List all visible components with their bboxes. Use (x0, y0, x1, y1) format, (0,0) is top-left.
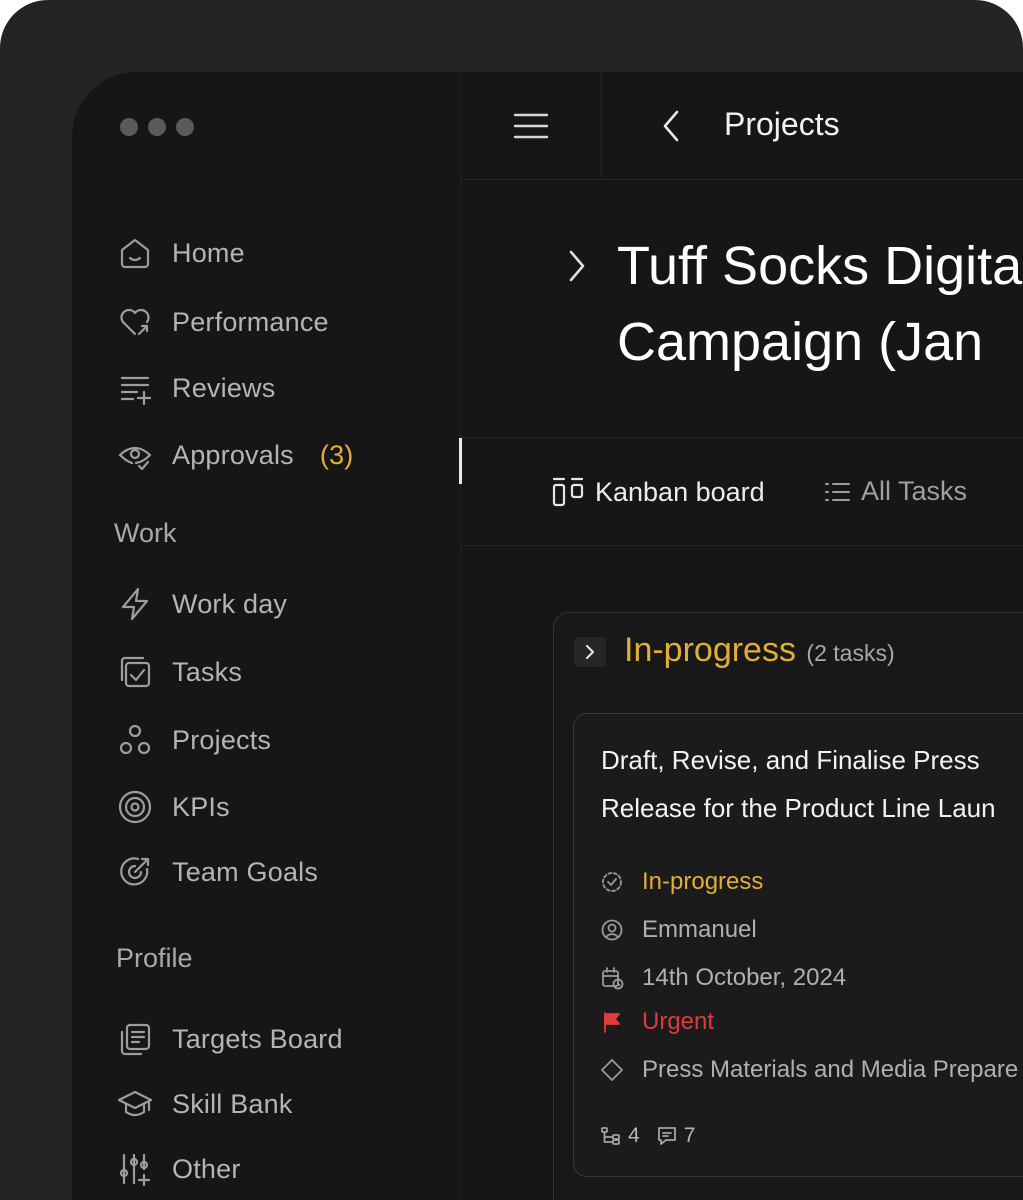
sidebar-item-kpis[interactable]: KPIs (116, 785, 230, 829)
sidebar-item-label: Skill Bank (172, 1088, 293, 1119)
tasks-check-icon (116, 653, 154, 691)
approvals-count-badge: (3) (319, 439, 354, 470)
app-window: Home Performance Reviews Approvals (3) W… (72, 72, 1023, 1200)
back-button[interactable] (657, 106, 689, 146)
list-add-icon (116, 369, 154, 407)
task-counters: 4 7 (600, 1124, 695, 1148)
sidebar-item-label: KPIs (172, 791, 230, 822)
subtasks-icon (601, 1127, 620, 1145)
sidebar-item-team-goals[interactable]: Team Goals (116, 850, 318, 894)
sidebar-item-approvals[interactable]: Approvals (3) (116, 433, 353, 477)
sidebar-item-projects[interactable]: Projects (116, 718, 271, 762)
status-dashed-check-icon (602, 872, 622, 892)
target-arrow-icon (116, 853, 154, 891)
column-header: In-progress (2 tasks) (624, 631, 895, 670)
task-priority: Urgent (600, 1008, 714, 1036)
section-label-profile: Profile (116, 943, 193, 973)
project-header: Tuff Socks Digita Campaign (Jan (461, 180, 1023, 438)
tab-kanban-board[interactable]: Kanban board (551, 476, 765, 508)
graduation-cap-icon (116, 1085, 154, 1123)
task-category: Press Materials and Media Prepare (600, 1056, 1018, 1084)
kanban-icon (552, 477, 584, 507)
page-title: Projects (724, 106, 840, 142)
sliders-plus-icon (116, 1150, 154, 1188)
sidebar-item-label: Other (172, 1153, 241, 1184)
user-circle-icon (601, 919, 623, 941)
sidebar: Home Performance Reviews Approvals (3) W… (72, 72, 460, 1200)
sidebar-item-work-day[interactable]: Work day (116, 582, 287, 626)
task-card[interactable]: Draft, Revise, and Finalise Press Releas… (573, 713, 1023, 1177)
home-icon (116, 234, 154, 272)
top-bar: Projects (461, 72, 1023, 180)
diamond-icon (601, 1059, 623, 1081)
sidebar-item-home[interactable]: Home (116, 231, 245, 275)
subtask-count: 4 (628, 1124, 640, 1147)
projects-circles-icon (116, 721, 154, 759)
sidebar-item-label: Approvals (172, 439, 294, 470)
sidebar-item-targets-board[interactable]: Targets Board (116, 1017, 343, 1061)
chevron-left-icon (663, 110, 679, 142)
sidebar-item-label: Projects (172, 724, 272, 755)
section-label-work: Work (114, 518, 177, 548)
sidebar-item-label: Performance (172, 306, 329, 337)
kanban-column-in-progress: In-progress (2 tasks) Draft, Revise, and… (553, 612, 1023, 1200)
task-status: In-progress (600, 868, 763, 896)
lightning-icon (116, 585, 154, 623)
sidebar-item-reviews[interactable]: Reviews (116, 366, 275, 410)
sidebar-item-other[interactable]: Other (116, 1147, 241, 1191)
main-panel: Projects Tuff Socks Digita Campaign (Jan (459, 72, 1023, 1200)
task-title: Draft, Revise, and Finalise Press Releas… (601, 745, 996, 823)
project-title: Tuff Socks Digita Campaign (Jan (617, 236, 1023, 372)
heart-arrow-icon (116, 303, 154, 341)
hamburger-icon (513, 113, 549, 139)
flag-icon (604, 1012, 620, 1033)
sidebar-item-label: Tasks (172, 656, 243, 687)
device-frame: Home Performance Reviews Approvals (3) W… (0, 0, 1023, 1200)
sidebar-item-label: Reviews (172, 372, 276, 403)
tab-indicator (459, 438, 462, 484)
sidebar-item-skill-bank[interactable]: Skill Bank (116, 1082, 293, 1126)
column-collapse-button[interactable] (574, 637, 606, 667)
sidebar-item-performance[interactable]: Performance (116, 300, 329, 344)
sidebar-item-label: Team Goals (172, 856, 319, 887)
task-due-date: 14th October, 2024 (600, 964, 846, 992)
column-task-count: (2 tasks) (806, 640, 895, 666)
menu-button[interactable] (461, 72, 602, 180)
list-icon (825, 482, 850, 501)
tab-all-tasks[interactable]: All Tasks (823, 476, 967, 507)
calendar-clock-icon (602, 967, 624, 990)
comment-count: 7 (683, 1124, 696, 1147)
view-tabs: Kanban board All Tasks (459, 438, 1023, 546)
sidebar-item-tasks[interactable]: Tasks (116, 650, 242, 694)
chevron-right-icon (585, 644, 595, 660)
target-icon (116, 788, 154, 826)
comment-icon (657, 1127, 676, 1145)
chevron-right-icon (569, 250, 585, 282)
expand-button[interactable] (565, 246, 589, 291)
eye-check-icon (116, 436, 154, 474)
task-assignee: Emmanuel (600, 916, 757, 944)
sidebar-item-label: Home (172, 237, 245, 268)
column-name: In-progress (624, 631, 796, 669)
sidebar-item-label: Work day (172, 588, 288, 619)
board-copy-icon (116, 1020, 154, 1058)
sidebar-item-label: Targets Board (172, 1023, 343, 1054)
